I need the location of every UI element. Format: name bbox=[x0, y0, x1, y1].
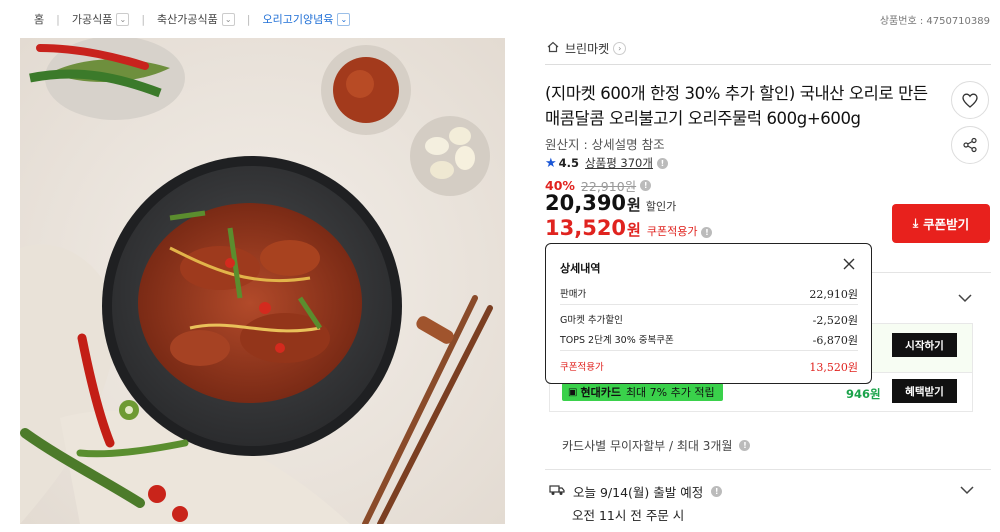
divider bbox=[560, 350, 858, 351]
breadcrumb-separator: | bbox=[56, 12, 60, 26]
card-promo-text: 최대 7% 추가 적립 bbox=[625, 386, 715, 399]
card-promo: ▣ 현대카드 최대 7% 추가 적립 bbox=[562, 383, 723, 401]
heart-icon bbox=[962, 93, 978, 108]
popup-row-list-price: 판매가 22,910원 bbox=[560, 288, 858, 301]
star-icon: ★ bbox=[545, 155, 557, 171]
info-icon[interactable]: ! bbox=[640, 180, 652, 191]
card-brand: 현대카드 bbox=[580, 386, 621, 399]
info-icon[interactable]: ! bbox=[739, 440, 751, 451]
shipping-date: 오늘 9/14(월) 출발 예정 bbox=[573, 485, 704, 500]
truck-icon bbox=[549, 484, 565, 499]
price-detail-popup: 상세내역 판매가 22,910원 G마켓 추가할인 -2,520원 TOPS 2… bbox=[545, 243, 872, 384]
breadcrumb: 홈 | 가공식품 ⌄ | 축산가공식품 ⌄ | 오리고기양념육 ⌄ bbox=[34, 11, 351, 27]
chevron-down-icon[interactable] bbox=[960, 484, 974, 499]
card-icon: ▣ bbox=[568, 386, 578, 398]
chevron-down-icon[interactable]: ⌄ bbox=[221, 12, 235, 26]
info-icon[interactable]: ! bbox=[701, 227, 713, 238]
points-amount: 946원 bbox=[846, 387, 881, 401]
breadcrumb-separator: | bbox=[246, 12, 251, 26]
sale-price-unit: 원 bbox=[627, 196, 641, 214]
popup-row-coupon-price: 쿠폰적용가 13,520원 bbox=[560, 361, 858, 374]
get-coupon-button[interactable]: ⤓ 쿠폰받기 bbox=[892, 204, 990, 243]
benefit-button[interactable]: 혜택받기 bbox=[892, 379, 957, 403]
shipping-cutoff: 오전 11시 전 주문 시 bbox=[572, 508, 685, 523]
rating-score: 4.5 bbox=[558, 156, 580, 170]
store-name: 브린마켓 bbox=[565, 42, 610, 56]
chevron-right-icon: › bbox=[613, 42, 627, 55]
store-link[interactable]: 브린마켓 › bbox=[547, 40, 627, 57]
divider bbox=[560, 304, 858, 305]
popup-title: 상세내역 bbox=[560, 262, 601, 275]
shipping-info: 오늘 9/14(월) 출발 예정 ! bbox=[549, 482, 723, 501]
home-icon bbox=[547, 41, 559, 56]
share-button[interactable] bbox=[951, 126, 989, 164]
divider bbox=[545, 64, 991, 65]
start-button[interactable]: 시작하기 bbox=[892, 333, 957, 357]
coupon-price-label[interactable]: 쿠폰적용가 bbox=[647, 223, 698, 239]
rating: ★ 4.5 상품평 370개 ! bbox=[545, 155, 668, 171]
popup-row-tops-coupon: TOPS 2단계 30% 중복쿠폰 -6,870원 bbox=[560, 334, 858, 347]
download-arrow-icon: ⤓ bbox=[912, 216, 919, 230]
product-number: 상품번호 : 4750710389 bbox=[879, 16, 990, 27]
chevron-down-icon[interactable]: ⌄ bbox=[116, 12, 130, 26]
divider bbox=[545, 469, 991, 470]
product-image[interactable] bbox=[20, 38, 505, 524]
wishlist-button[interactable] bbox=[951, 81, 989, 119]
coupon-price: 13,520 bbox=[545, 216, 627, 240]
popup-row-gmarket-discount: G마켓 추가할인 -2,520원 bbox=[560, 314, 858, 327]
sale-price-row: 20,390 원 할인가 bbox=[545, 191, 676, 215]
installment-info: 카드사별 무이자할부 / 최대 3개월 ! bbox=[562, 437, 751, 454]
breadcrumb-item-duck-marinated[interactable]: 오리고기양념육 ⌄ bbox=[263, 11, 351, 27]
info-icon[interactable]: ! bbox=[711, 486, 723, 497]
breadcrumb-item-meat-processed[interactable]: 축산가공식품 ⌄ bbox=[157, 11, 235, 27]
product-title: (지마켓 600개 한정 30% 추가 할인) 국내산 오리로 만든 매콤달콤 … bbox=[545, 84, 928, 128]
origin-info: 원산지 : 상세설명 참조 bbox=[545, 137, 665, 152]
sale-price: 20,390 bbox=[545, 191, 627, 215]
info-icon[interactable]: ! bbox=[656, 157, 668, 169]
coupon-price-unit: 원 bbox=[627, 221, 641, 239]
breadcrumb-home[interactable]: 홈 bbox=[34, 11, 44, 27]
breadcrumb-item-processed-food[interactable]: 가공식품 ⌄ bbox=[72, 11, 130, 27]
coupon-price-row: 13,520 원 쿠폰적용가 ! bbox=[545, 216, 713, 240]
close-icon[interactable] bbox=[841, 256, 857, 272]
chevron-down-icon[interactable]: ⌄ bbox=[337, 12, 351, 26]
review-count-link[interactable]: 상품평 370개 bbox=[585, 155, 653, 171]
chevron-down-icon[interactable] bbox=[958, 292, 972, 307]
share-icon bbox=[963, 137, 977, 153]
sale-price-label: 할인가 bbox=[645, 200, 677, 213]
product-photo-illustration bbox=[20, 38, 505, 524]
breadcrumb-separator: | bbox=[141, 12, 146, 26]
